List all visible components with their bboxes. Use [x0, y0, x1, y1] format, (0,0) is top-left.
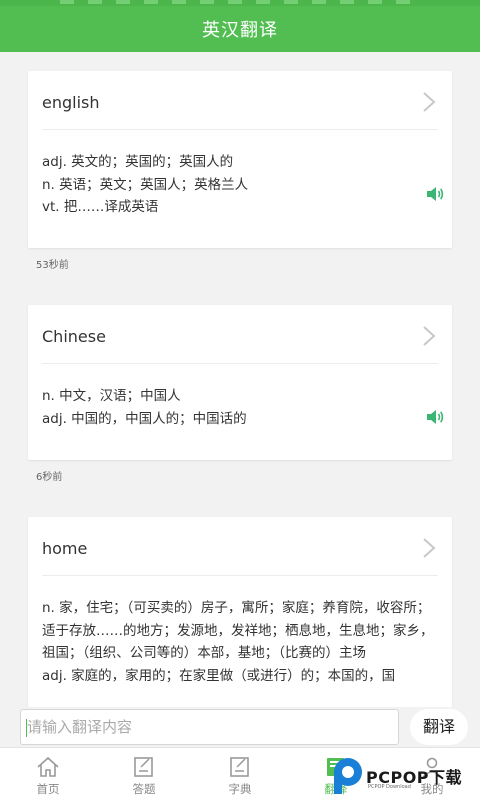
- tab-home[interactable]: 首页: [0, 748, 96, 800]
- tab-dictionary[interactable]: 字典: [192, 748, 288, 800]
- card-timestamp: 53秒前: [36, 260, 69, 271]
- definition-line: n. 家，住宅；（可买卖的）房子，寓所；家庭；养育院，收容所；适于存放……的地方…: [42, 600, 434, 661]
- history-card[interactable]: english adj. 英文的；英国的；英国人的 n. 英语；英文；英国人；英…: [28, 71, 452, 248]
- page-title: 英汉翻译: [202, 20, 278, 41]
- definition-line: n. 英语；英文；英国人；英格兰人: [42, 176, 249, 193]
- quiz-icon: [134, 757, 153, 777]
- chevron-right-icon[interactable]: [422, 91, 436, 113]
- card-definitions: n. 家，住宅；（可买卖的）房子，寓所；家庭；养育院，收容所；适于存放……的地方…: [42, 597, 438, 687]
- card-word: Chinese: [42, 327, 106, 346]
- card-divider: [42, 363, 438, 364]
- watermark-subtext: PCPOP Download: [368, 784, 411, 790]
- definition-line: adj. 家庭的，家用的；在家里做（或进行）的；本国的，国: [42, 667, 396, 684]
- speaker-icon[interactable]: [426, 185, 444, 203]
- card-word: english: [42, 93, 100, 112]
- definition-line: adj. 英文的；英国的；英国人的: [42, 154, 234, 170]
- history-card[interactable]: home n. 家，住宅；（可买卖的）房子，寓所；家庭；养育院，收容所；适于存放…: [28, 517, 452, 707]
- tab-quiz[interactable]: 答题: [96, 748, 192, 800]
- card-definitions: adj. 英文的；英国的；英国人的 n. 英语；英文；英国人；英格兰人 vt. …: [42, 151, 412, 219]
- home-icon: [37, 756, 59, 777]
- card-word: home: [42, 539, 88, 558]
- text-caret: [26, 719, 27, 737]
- chevron-right-icon[interactable]: [422, 325, 436, 347]
- pcpop-logo-icon: [334, 758, 362, 794]
- card-divider: [42, 575, 438, 576]
- translate-input-box[interactable]: [20, 709, 399, 745]
- card-definitions: n. 中文，汉语；中国人 adj. 中国的，中国人的；中国话的: [42, 385, 412, 430]
- definition-line: adj. 中国的，中国人的；中国话的: [42, 410, 247, 427]
- card-timestamp: 6秒前: [36, 472, 63, 483]
- definition-line: vt. 把……译成英语: [42, 199, 159, 215]
- tab-label: 答题: [132, 782, 156, 796]
- input-bar: 翻译: [0, 707, 480, 747]
- translate-button[interactable]: 翻译: [410, 709, 468, 745]
- status-strip: [0, 0, 480, 6]
- translate-input[interactable]: [21, 710, 398, 744]
- speaker-icon[interactable]: [426, 408, 444, 426]
- watermark: PCPOP下载 PCPOP Download: [330, 752, 480, 800]
- dictionary-icon: [230, 757, 249, 777]
- definition-line: n. 中文，汉语；中国人: [42, 388, 181, 404]
- history-card[interactable]: Chinese n. 中文，汉语；中国人 adj. 中国的，中国人的；中国话的: [28, 305, 452, 460]
- header-bar: 英汉翻译: [0, 0, 480, 52]
- chevron-right-icon[interactable]: [422, 537, 436, 559]
- history-list[interactable]: english adj. 英文的；英国的；英国人的 n. 英语；英文；英国人；英…: [0, 52, 480, 707]
- tab-label: 字典: [228, 782, 252, 796]
- tab-label: 首页: [36, 782, 60, 796]
- card-divider: [42, 129, 438, 130]
